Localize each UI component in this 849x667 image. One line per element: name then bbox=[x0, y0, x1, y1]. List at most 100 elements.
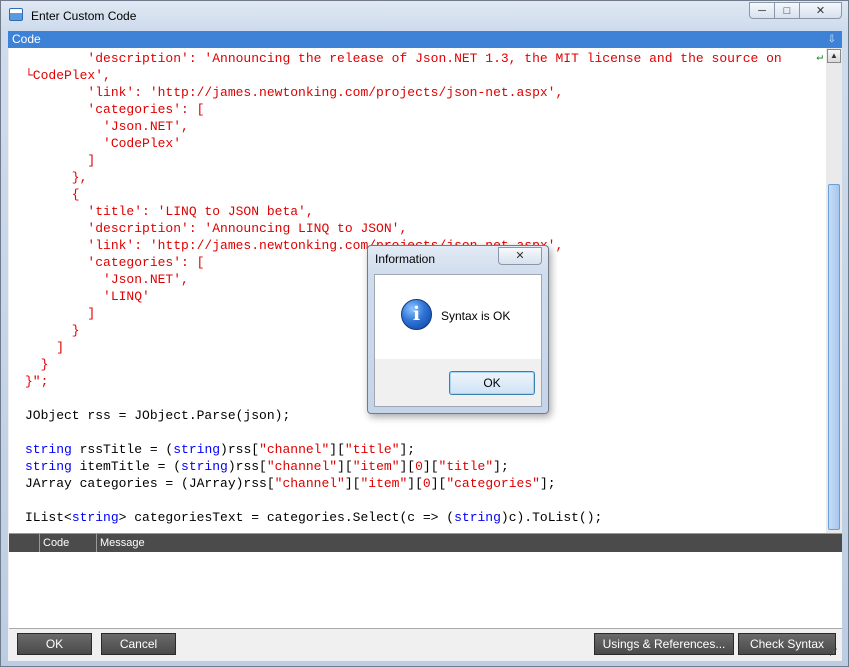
code-line: JObject rss = JObject.Parse(json); bbox=[25, 407, 290, 424]
word-wrap-icon: ↵ bbox=[816, 52, 823, 64]
code-token: 'title': 'LINQ to JSON beta', bbox=[25, 204, 314, 219]
code-token: ] bbox=[25, 340, 65, 355]
code-line: 'Json.NET', bbox=[25, 271, 189, 288]
code-token: )c).ToList(); bbox=[500, 510, 603, 525]
code-token: }"; bbox=[25, 374, 49, 389]
code-token: ]; bbox=[493, 459, 509, 474]
code-token: ][ bbox=[422, 459, 439, 474]
code-line: 'description': 'Announcing LINQ to JSON'… bbox=[25, 220, 407, 237]
code-token: ][ bbox=[430, 476, 447, 491]
window-title: Enter Custom Code bbox=[31, 9, 137, 23]
code-token: "item" bbox=[352, 459, 400, 474]
dialog-close-button[interactable]: ✕ bbox=[498, 247, 542, 265]
code-token: 'description': 'Announcing LINQ to JSON'… bbox=[25, 221, 408, 236]
ok-button[interactable]: OK bbox=[17, 633, 92, 655]
scroll-thumb[interactable] bbox=[828, 184, 840, 530]
dialog-ok-button[interactable]: OK bbox=[449, 371, 535, 395]
code-token: JArray categories = (JArray)rss[ bbox=[25, 476, 275, 491]
check-syntax-button[interactable]: Check Syntax bbox=[738, 633, 836, 655]
dialog-title: Information bbox=[375, 252, 436, 266]
code-token: { bbox=[25, 187, 80, 202]
code-token: "item" bbox=[360, 476, 408, 491]
code-line: 'LINQ' bbox=[25, 288, 150, 305]
error-list[interactable]: Code Message bbox=[9, 533, 842, 629]
code-token: IList< bbox=[25, 510, 72, 525]
code-line: string rssTitle = (string)rss["channel"]… bbox=[25, 441, 415, 458]
close-button[interactable]: ✕ bbox=[799, 2, 842, 19]
code-line: { bbox=[25, 186, 80, 203]
code-token: 'LINQ' bbox=[25, 289, 150, 304]
resize-grip-icon[interactable]: ⋰ bbox=[829, 647, 838, 658]
code-vertical-scrollbar[interactable]: ▲ ▼ bbox=[826, 48, 842, 554]
code-token: └CodePlex', bbox=[25, 68, 111, 83]
error-list-header: Code Message bbox=[9, 534, 842, 552]
code-line: }"; bbox=[25, 373, 48, 390]
code-line: }, bbox=[25, 169, 88, 186]
code-panel-title: Code bbox=[12, 32, 41, 46]
pin-icon[interactable]: ⇩ bbox=[828, 31, 836, 48]
code-token: }, bbox=[25, 170, 88, 185]
cancel-button[interactable]: Cancel bbox=[101, 633, 176, 655]
close-icon: ✕ bbox=[815, 5, 826, 17]
code-panel-header: Code ⇩ bbox=[8, 31, 842, 48]
usings-references-button[interactable]: Usings & References... bbox=[594, 633, 734, 655]
code-token: ][ bbox=[329, 442, 345, 457]
code-line: } bbox=[25, 322, 80, 339]
error-col-message[interactable]: Message bbox=[96, 534, 842, 552]
minimize-icon: ─ bbox=[758, 4, 766, 17]
code-token: "title" bbox=[438, 459, 494, 474]
code-token: ][ bbox=[337, 459, 353, 474]
code-token: string bbox=[181, 459, 228, 474]
code-line: 'CodePlex' bbox=[25, 135, 181, 152]
minimize-button[interactable]: ─ bbox=[749, 2, 775, 19]
code-token: )rss[ bbox=[220, 442, 260, 457]
code-token: 'Json.NET', bbox=[25, 272, 189, 287]
code-token: 'link': 'http://james.newtonking.com/pro… bbox=[25, 85, 564, 100]
dialog-message: Syntax is OK bbox=[441, 309, 511, 323]
maximize-icon: □ bbox=[783, 4, 791, 17]
code-token: 'Json.NET', bbox=[25, 119, 189, 134]
code-token: "channel" bbox=[266, 459, 338, 474]
scroll-up-icon[interactable]: ▲ bbox=[827, 49, 841, 63]
information-dialog: Information ✕ i Syntax is OK OK bbox=[367, 245, 549, 414]
code-token: "categories" bbox=[446, 476, 540, 491]
info-icon: i bbox=[401, 299, 432, 330]
code-line: 'description': 'Announcing the release o… bbox=[25, 50, 781, 67]
code-line: 'categories': [ bbox=[25, 254, 204, 271]
dialog-body: i Syntax is OK OK bbox=[374, 274, 542, 407]
code-token: JObject rss = JObject.Parse(json); bbox=[25, 408, 291, 423]
code-token: )rss[ bbox=[227, 459, 267, 474]
error-col-icon[interactable] bbox=[9, 534, 39, 552]
code-token: "title" bbox=[344, 442, 400, 457]
code-token: "channel" bbox=[259, 442, 330, 457]
code-token: ][ bbox=[407, 476, 423, 491]
code-line: 'title': 'LINQ to JSON beta', bbox=[25, 203, 314, 220]
code-token: 'categories': [ bbox=[25, 102, 205, 117]
code-token: string bbox=[173, 442, 221, 457]
code-line: 'link': 'http://james.newtonking.com/pro… bbox=[25, 84, 563, 101]
code-line: ] bbox=[25, 339, 64, 356]
code-line: └CodePlex', bbox=[25, 67, 111, 84]
code-token: } bbox=[25, 323, 80, 338]
code-line: JArray categories = (JArray)rss["channel… bbox=[25, 475, 556, 492]
code-token: itemTitle = ( bbox=[71, 459, 182, 474]
code-token: ][ bbox=[344, 476, 361, 491]
error-col-code[interactable]: Code bbox=[39, 534, 96, 552]
code-token: rssTitle = ( bbox=[71, 442, 174, 457]
code-token: > categoriesText = categories.Select(c =… bbox=[118, 510, 455, 525]
code-token: string bbox=[25, 442, 72, 457]
maximize-button[interactable]: □ bbox=[774, 2, 800, 19]
code-token: string bbox=[454, 510, 501, 525]
title-bar[interactable]: Enter Custom Code ─ □ ✕ bbox=[1, 1, 848, 31]
code-token: "channel" bbox=[274, 476, 345, 491]
code-token: ]; bbox=[399, 442, 416, 457]
code-token: ]; bbox=[539, 476, 556, 491]
code-token: ] bbox=[25, 306, 96, 321]
error-list-body bbox=[9, 552, 842, 629]
code-token: 'categories': [ bbox=[25, 255, 205, 270]
code-line: ] bbox=[25, 305, 95, 322]
dialog-message-area: i Syntax is OK bbox=[375, 275, 541, 359]
code-line: IList< string> categoriesText = categorie… bbox=[25, 509, 602, 526]
code-line: 'Json.NET', bbox=[25, 118, 189, 135]
window-app-icon bbox=[9, 8, 23, 21]
